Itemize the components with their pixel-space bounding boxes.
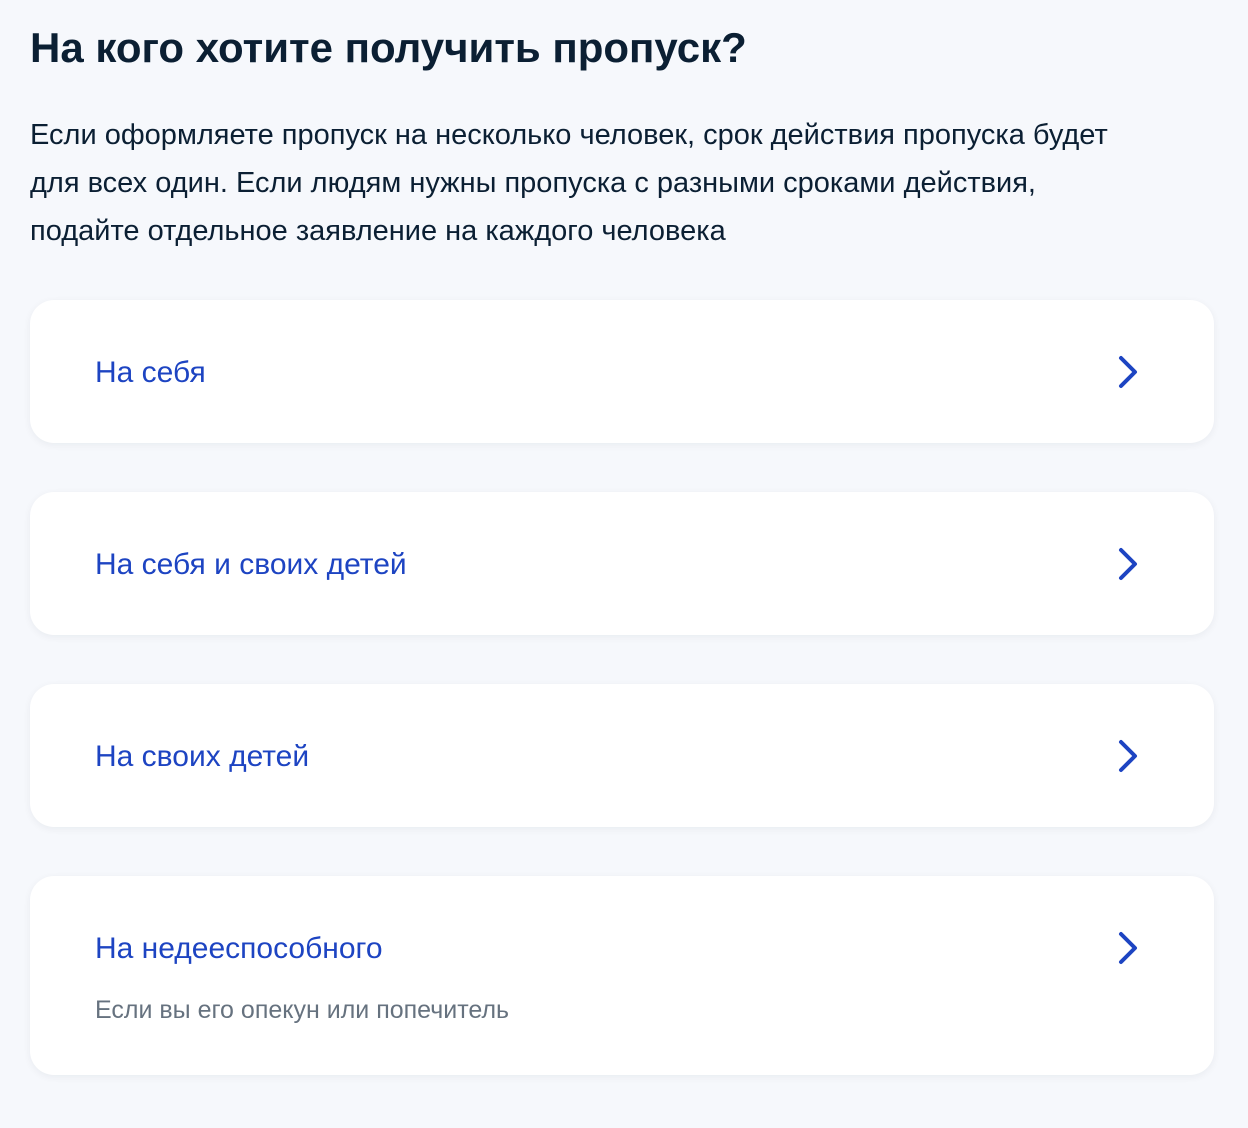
page-title: На кого хотите получить пропуск? — [30, 24, 747, 71]
page-description: Если оформляете пропуск на несколько чел… — [30, 119, 1108, 247]
chevron-right-icon — [1116, 546, 1140, 582]
option-self[interactable]: На себя — [30, 300, 1214, 443]
chevron-right-icon — [1116, 930, 1140, 966]
option-children[interactable]: На своих детей — [30, 684, 1214, 827]
option-title: На своих детей — [95, 740, 310, 773]
option-self-and-children[interactable]: На себя и своих детей — [30, 492, 1214, 635]
option-subtitle: Если вы его опекун или попечитель — [95, 996, 510, 1024]
option-title: На себя — [95, 356, 206, 389]
option-incapacitated[interactable]: На недееспособного Если вы его опекун ил… — [30, 876, 1214, 1075]
option-title: На недееспособного — [95, 932, 383, 965]
option-title: На себя и своих детей — [95, 548, 407, 581]
chevron-right-icon — [1116, 738, 1140, 774]
chevron-right-icon — [1116, 354, 1140, 390]
